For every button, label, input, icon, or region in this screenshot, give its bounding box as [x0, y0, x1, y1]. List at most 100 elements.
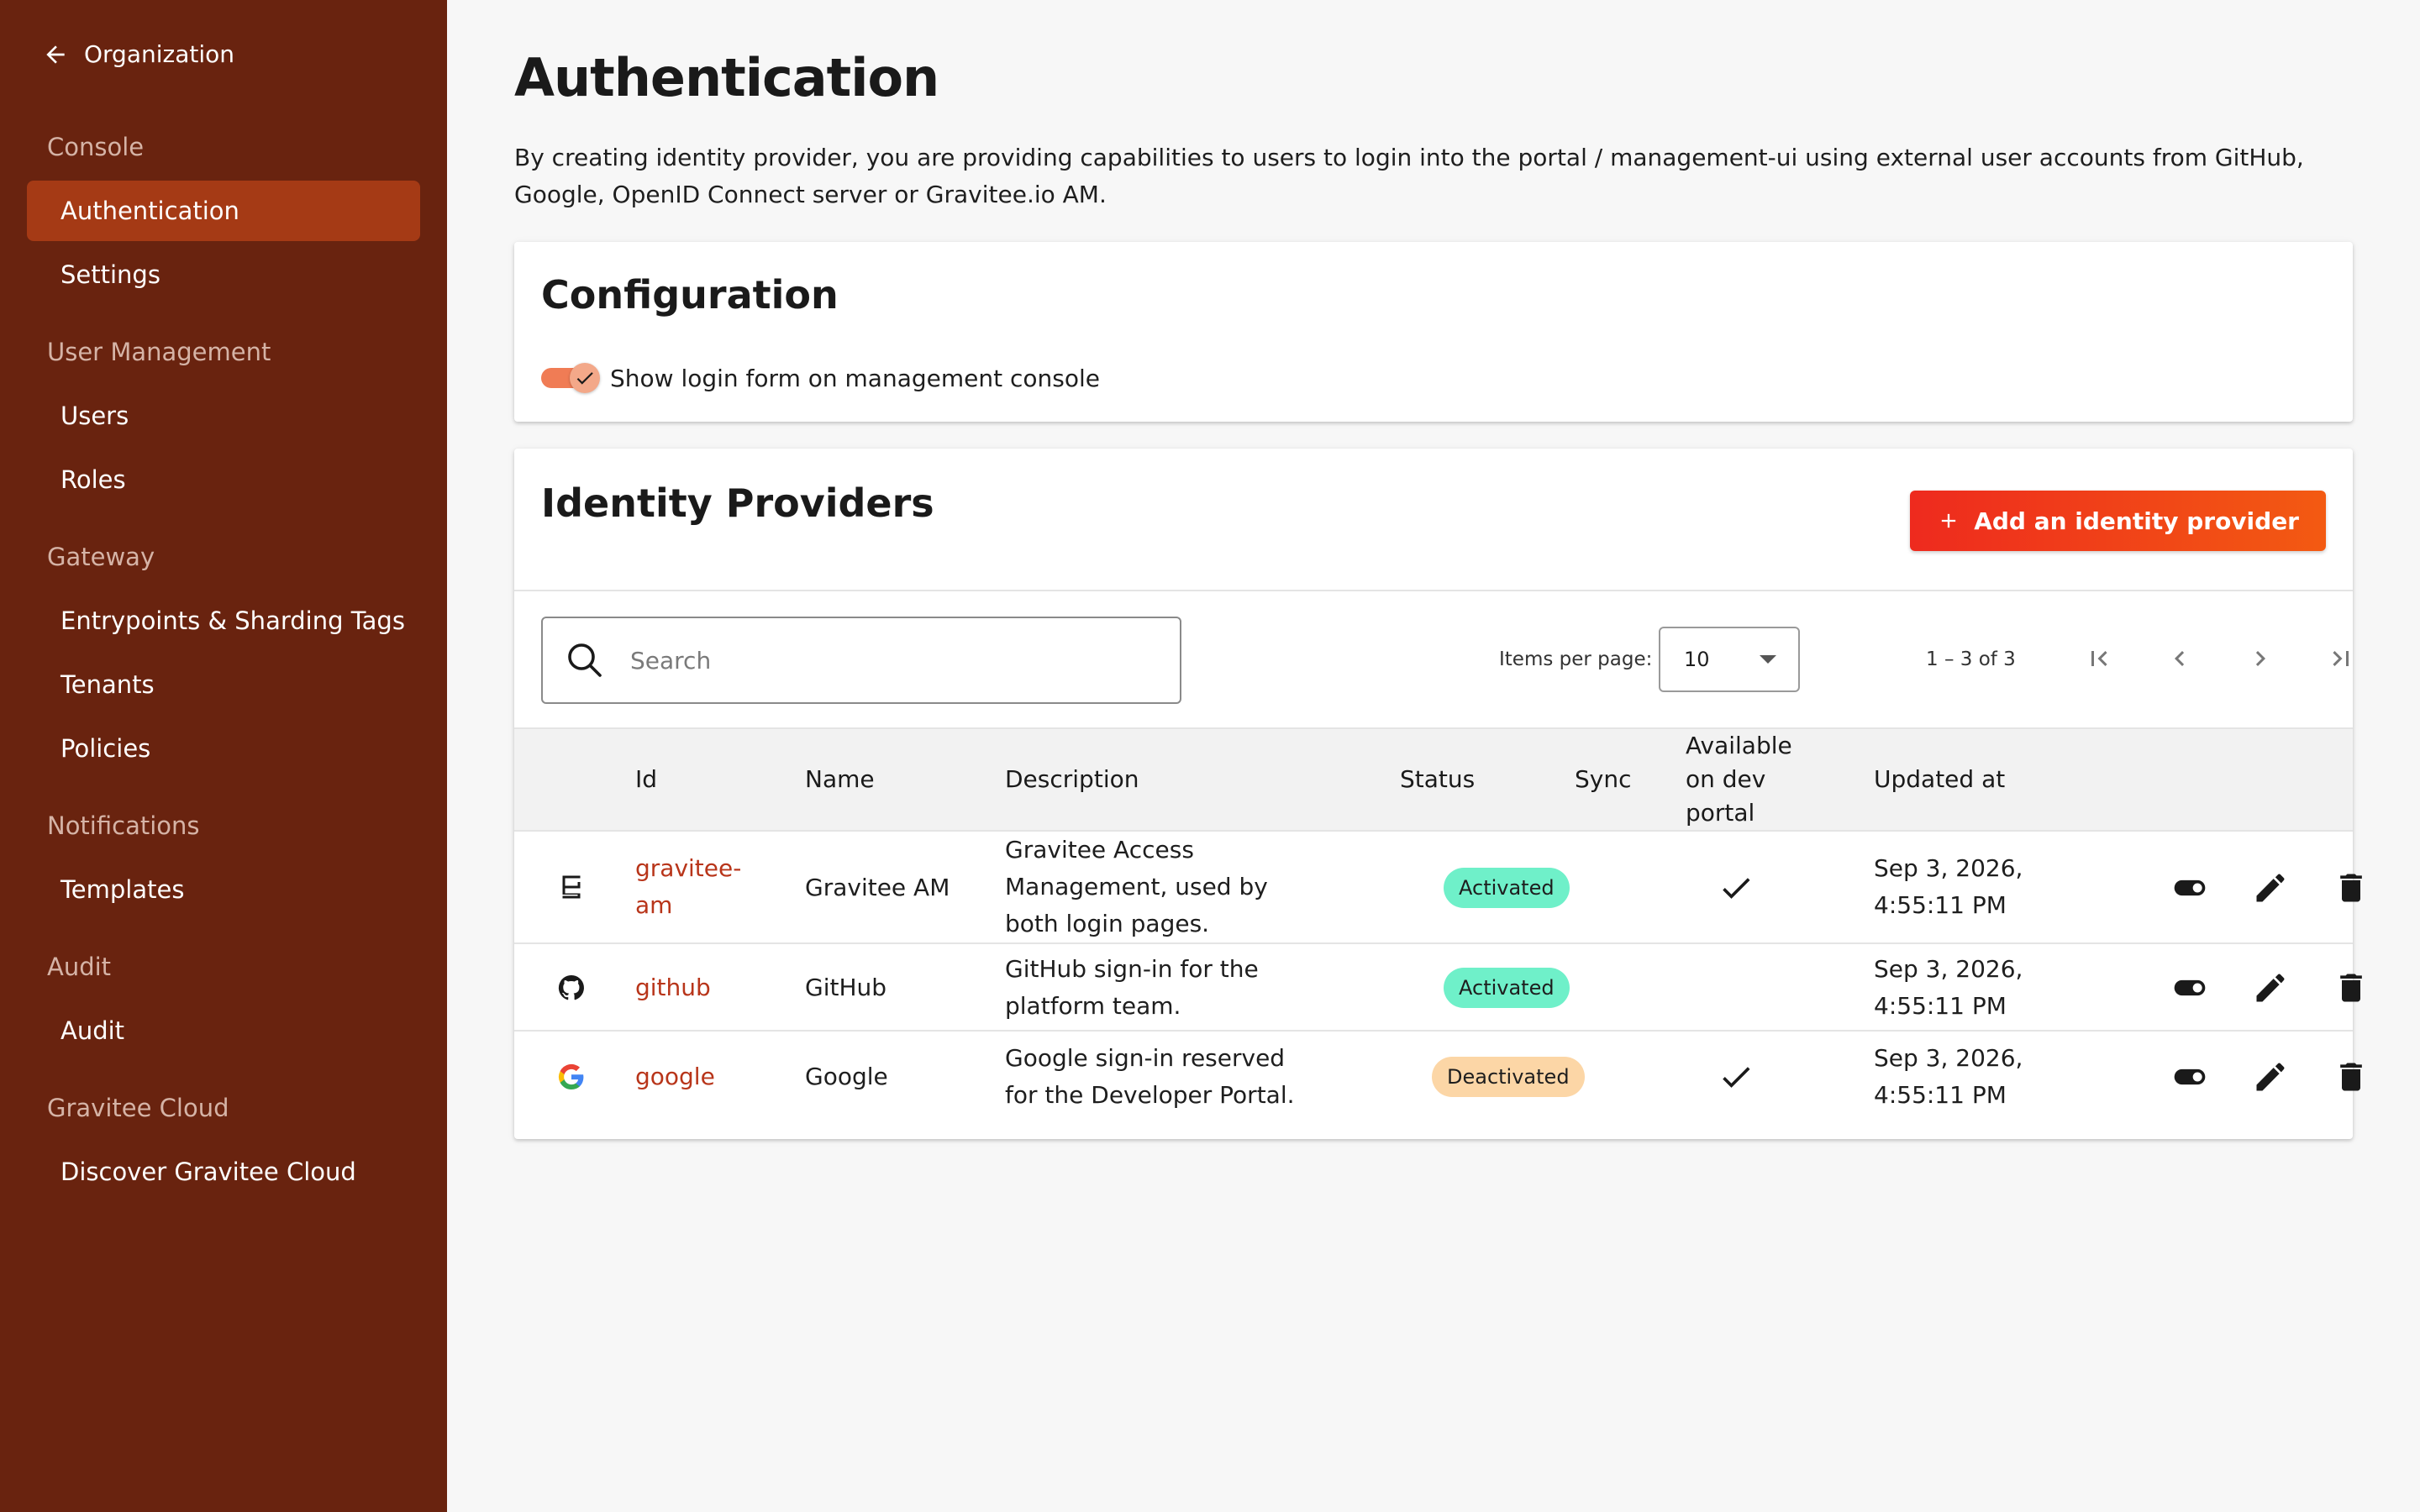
add-button-label: Add an identity provider [1974, 507, 2299, 535]
status-badge: Activated [1444, 868, 1570, 908]
sidebar-item-label: Roles [60, 465, 126, 494]
column-header-updated: Updated at [1874, 765, 2006, 793]
toggle-activation-button[interactable] [2163, 1050, 2217, 1104]
updated-at: Sep 3, 2026, 4:55:11 PM [1874, 854, 2023, 919]
provider-name: GitHub [805, 974, 887, 1001]
nav-group-gravitee-cloud: Gravitee Cloud [47, 1094, 229, 1122]
table-row: gravitee-am Gravitee AM Gravitee Access … [514, 832, 2362, 944]
trash-icon [2340, 974, 2362, 1002]
pencil-icon [2256, 1063, 2285, 1091]
sidebar-item-label: Discover Gravitee Cloud [60, 1158, 356, 1186]
items-per-page-value: 10 [1684, 648, 1710, 671]
google-icon [541, 1062, 602, 1092]
back-to-organization-link[interactable]: Organization [42, 40, 234, 68]
edit-button[interactable] [2244, 1050, 2297, 1104]
status-badge: Activated [1444, 968, 1570, 1008]
search-field[interactable] [541, 617, 1181, 704]
sidebar-item-templates[interactable]: Templates [27, 859, 420, 920]
trash-icon [2340, 874, 2362, 902]
search-icon [568, 643, 602, 677]
nav-group-gateway: Gateway [47, 543, 155, 571]
sidebar-item-roles[interactable]: Roles [27, 449, 420, 510]
nav-group-notifications: Notifications [47, 811, 200, 840]
edit-button[interactable] [2244, 861, 2297, 915]
toggle-label: Show login form on management console [610, 364, 1100, 392]
sidebar-item-settings[interactable]: Settings [27, 244, 420, 305]
provider-id-link[interactable]: github [635, 969, 711, 1006]
column-header-sync: Sync [1575, 765, 1632, 793]
toggle-activation-button[interactable] [2163, 861, 2217, 915]
pencil-icon [2256, 874, 2285, 902]
main-content: Authentication By creating identity prov… [447, 0, 2420, 1512]
edit-button[interactable] [2244, 961, 2297, 1015]
sidebar-item-users[interactable]: Users [27, 386, 420, 446]
delete-button[interactable] [2324, 861, 2378, 915]
provider-name: Gravitee AM [805, 874, 950, 901]
last-page-button[interactable] [2314, 632, 2368, 685]
identity-providers-card: Identity Providers Add an identity provi… [514, 449, 2362, 1139]
toggle-off-icon [2174, 979, 2206, 996]
provider-name: Google [805, 1063, 888, 1090]
sidebar-item-label: Tenants [60, 670, 155, 699]
check-icon [1723, 1067, 1750, 1088]
sidebar-item-authentication[interactable]: Authentication [27, 181, 420, 241]
column-header-name: Name [805, 765, 875, 793]
last-page-icon [2333, 651, 2349, 666]
check-icon [576, 372, 593, 385]
toggle-off-icon [2174, 879, 2206, 896]
arrow-left-icon [46, 45, 65, 64]
add-identity-provider-button[interactable]: Add an identity provider [1910, 491, 2326, 551]
login-form-toggle[interactable]: Show login form on management console [541, 363, 1100, 393]
back-link-label: Organization [84, 40, 235, 68]
provider-id-link[interactable]: google [635, 1058, 715, 1095]
sidebar-item-label: Templates [60, 875, 185, 904]
sidebar-item-entrypoints[interactable]: Entrypoints & Sharding Tags [27, 591, 420, 651]
toggle-switch[interactable] [541, 363, 600, 393]
sidebar-item-audit[interactable]: Audit [27, 1000, 420, 1061]
configuration-card: Configuration Show login form on managem… [514, 242, 2353, 422]
delete-button[interactable] [2324, 1050, 2378, 1104]
first-page-button[interactable] [2072, 632, 2126, 685]
toggle-activation-button[interactable] [2163, 961, 2217, 1015]
divider [514, 590, 2353, 591]
sidebar-item-tenants[interactable]: Tenants [27, 654, 420, 715]
status-badge: Deactivated [1432, 1057, 1585, 1097]
pagination-range: 1 – 3 of 3 [1926, 648, 2016, 670]
column-header-id: Id [635, 765, 658, 793]
plus-icon [1942, 513, 1956, 528]
toggle-on-icon [2174, 1068, 2206, 1085]
table-header: Id Name Description Status Sync Availabl… [514, 727, 2353, 832]
page-description: By creating identity provider, you are p… [514, 144, 2304, 208]
provider-description: Google sign-in reserved for the Develope… [1005, 1044, 1295, 1109]
updated-at: Sep 3, 2026, 4:55:11 PM [1874, 1044, 2023, 1109]
sidebar: Organization Console Authentication Sett… [0, 0, 447, 1512]
gravitee-icon [541, 872, 602, 902]
items-per-page-label: Items per page: [1499, 648, 1653, 670]
delete-button[interactable] [2324, 961, 2378, 1015]
provider-id-link[interactable]: gravitee-am [635, 850, 761, 924]
sidebar-item-discover-gravitee-cloud[interactable]: Discover Gravitee Cloud [27, 1142, 420, 1202]
column-header-available: Available on dev portal [1686, 732, 1792, 827]
chevron-down-icon [1760, 655, 1776, 664]
column-header-status: Status [1400, 765, 1476, 793]
nav-group-console: Console [47, 133, 145, 161]
provider-description: GitHub sign-in for the platform team. [1005, 955, 1259, 1020]
configuration-title: Configuration [541, 272, 839, 318]
github-icon [541, 973, 602, 1003]
search-input[interactable] [630, 646, 1134, 675]
identity-providers-title: Identity Providers [541, 480, 934, 526]
next-page-button[interactable] [2233, 632, 2287, 685]
previous-page-button[interactable] [2153, 632, 2207, 685]
sidebar-item-label: Entrypoints & Sharding Tags [60, 606, 405, 635]
column-header-description: Description [1005, 765, 1139, 793]
check-icon [1723, 878, 1750, 899]
items-per-page-select[interactable]: 10 [1659, 627, 1800, 692]
page-title: Authentication [514, 47, 939, 108]
trash-icon [2340, 1063, 2362, 1091]
sidebar-item-label: Settings [60, 260, 160, 289]
provider-description: Gravitee Access Management, used by both… [1005, 836, 1268, 937]
nav-group-audit: Audit [47, 953, 112, 981]
first-page-icon [2091, 651, 2107, 666]
sidebar-item-policies[interactable]: Policies [27, 718, 420, 779]
sidebar-item-label: Authentication [60, 197, 239, 225]
